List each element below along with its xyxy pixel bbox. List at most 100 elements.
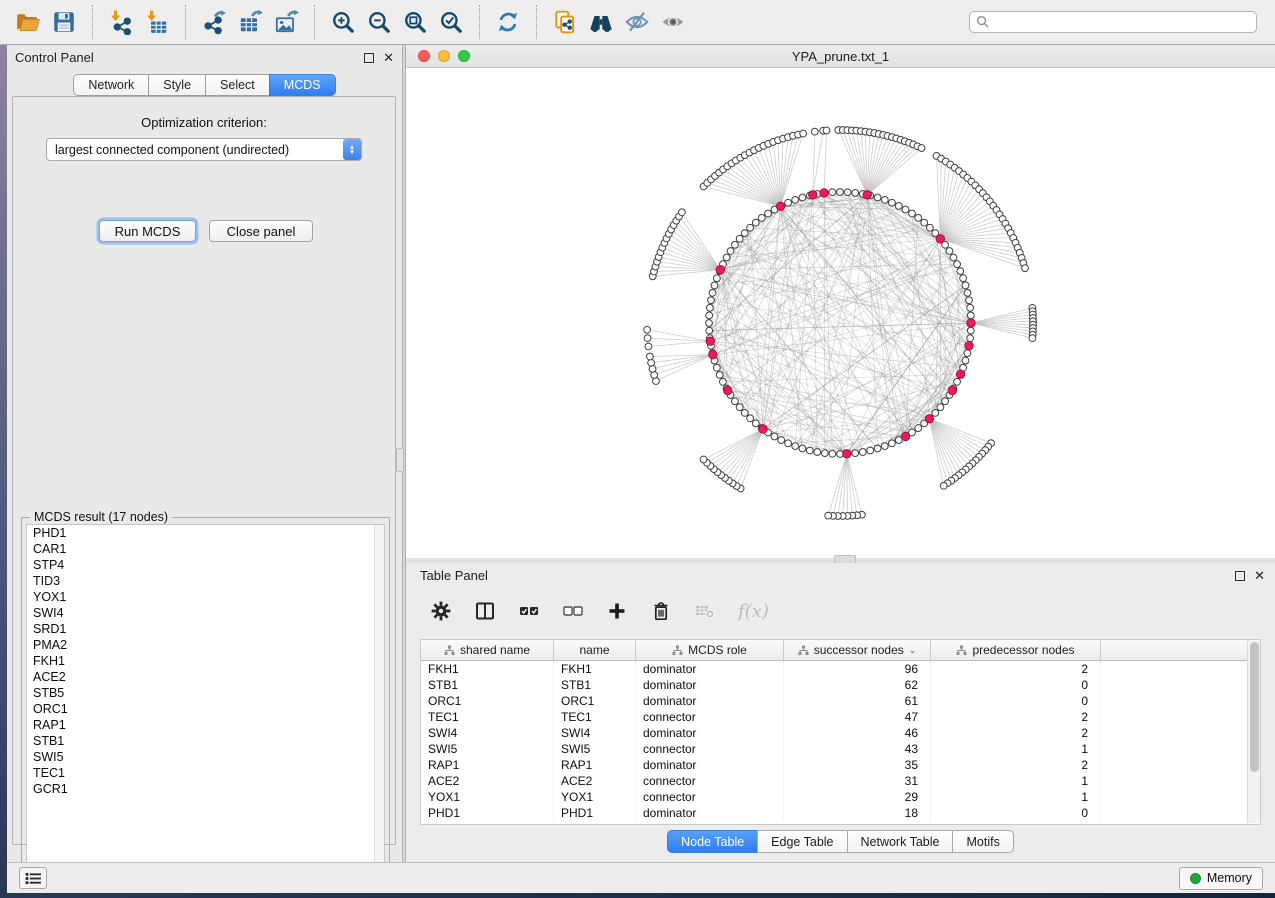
graph-node[interactable] bbox=[708, 297, 715, 304]
graph-leaf-node[interactable] bbox=[825, 512, 832, 519]
graph-node[interactable] bbox=[967, 312, 974, 319]
tab-node-table[interactable]: Node Table bbox=[667, 830, 757, 853]
graph-node[interactable] bbox=[723, 254, 730, 261]
select-all-icon[interactable] bbox=[518, 600, 540, 622]
criterion-dropdown[interactable]: largest connected component (undirected)… bbox=[46, 138, 362, 161]
graph-leaf-node[interactable] bbox=[940, 482, 947, 489]
close-panel-button[interactable]: Close panel bbox=[209, 220, 313, 242]
export-image-button[interactable] bbox=[268, 4, 304, 40]
graph-node[interactable] bbox=[765, 210, 772, 217]
zoom-selected-button[interactable] bbox=[433, 4, 469, 40]
graph-node[interactable] bbox=[778, 437, 785, 444]
delete-column-icon[interactable] bbox=[650, 600, 672, 622]
graph-node[interactable] bbox=[921, 219, 928, 226]
graph-node[interactable] bbox=[926, 224, 933, 231]
memory-button[interactable]: Memory bbox=[1179, 867, 1263, 890]
show-columns-icon[interactable] bbox=[474, 600, 496, 622]
save-session-button[interactable] bbox=[46, 4, 82, 40]
graph-mcds-node[interactable] bbox=[706, 337, 714, 345]
column-header-successor-nodes[interactable]: successor nodes⌄ bbox=[784, 640, 931, 660]
table-row[interactable]: YOX1YOX1connector291 bbox=[421, 789, 1260, 805]
graph-mcds-node[interactable] bbox=[948, 386, 956, 394]
graph-node[interactable] bbox=[752, 219, 759, 226]
graph-node[interactable] bbox=[814, 449, 821, 456]
show-all-button[interactable] bbox=[655, 4, 691, 40]
table-row[interactable]: ORC1ORC1dominator610 bbox=[421, 693, 1260, 709]
graph-mcds-node[interactable] bbox=[776, 202, 784, 210]
clone-network-button[interactable] bbox=[547, 4, 583, 40]
graph-node[interactable] bbox=[859, 449, 866, 456]
export-table-button[interactable] bbox=[232, 4, 268, 40]
graph-node[interactable] bbox=[964, 350, 971, 357]
graph-node[interactable] bbox=[736, 404, 743, 411]
graph-leaf-node[interactable] bbox=[679, 209, 686, 216]
list-item[interactable]: TID3 bbox=[27, 573, 384, 589]
graph-leaf-node[interactable] bbox=[648, 359, 655, 366]
list-item[interactable]: CAR1 bbox=[27, 541, 384, 557]
graph-leaf-node[interactable] bbox=[644, 335, 651, 342]
close-panel-icon[interactable]: ✕ bbox=[383, 53, 394, 63]
task-history-button[interactable] bbox=[19, 867, 47, 889]
graph-node[interactable] bbox=[895, 203, 902, 210]
graph-node[interactable] bbox=[829, 189, 836, 196]
list-item[interactable]: FKH1 bbox=[27, 653, 384, 669]
graph-node[interactable] bbox=[967, 327, 974, 334]
open-file-button[interactable] bbox=[10, 4, 46, 40]
column-header-name[interactable]: name bbox=[554, 640, 636, 660]
graph-node[interactable] bbox=[741, 230, 748, 237]
graph-node[interactable] bbox=[720, 378, 727, 385]
graph-node[interactable] bbox=[785, 440, 792, 447]
graph-mcds-node[interactable] bbox=[925, 415, 933, 423]
import-network-button[interactable] bbox=[103, 4, 139, 40]
table-row[interactable]: RAP1RAP1dominator352 bbox=[421, 757, 1260, 773]
list-item[interactable]: ACE2 bbox=[27, 669, 384, 685]
graph-mcds-node[interactable] bbox=[724, 386, 732, 394]
graph-mcds-node[interactable] bbox=[965, 342, 973, 350]
list-item[interactable]: PMA2 bbox=[27, 637, 384, 653]
graph-leaf-node[interactable] bbox=[644, 326, 651, 333]
table-row[interactable]: SWI5SWI5connector431 bbox=[421, 741, 1260, 757]
graph-node[interactable] bbox=[888, 440, 895, 447]
tab-select[interactable]: Select bbox=[205, 74, 269, 96]
tab-motifs[interactable]: Motifs bbox=[952, 830, 1013, 853]
table-row[interactable]: FKH1FKH1dominator962 bbox=[421, 661, 1260, 677]
export-network-button[interactable] bbox=[196, 4, 232, 40]
tab-network-table[interactable]: Network Table bbox=[847, 830, 953, 853]
table-row[interactable]: TEC1TEC1connector472 bbox=[421, 709, 1260, 725]
graph-mcds-node[interactable] bbox=[809, 191, 817, 199]
graph-node[interactable] bbox=[829, 450, 836, 457]
graph-node[interactable] bbox=[792, 443, 799, 450]
graph-leaf-node[interactable] bbox=[811, 128, 818, 135]
vertical-splitter-handle[interactable] bbox=[396, 448, 404, 472]
list-item[interactable]: STP4 bbox=[27, 557, 384, 573]
list-item[interactable]: YOX1 bbox=[27, 589, 384, 605]
graph-node[interactable] bbox=[902, 206, 909, 213]
graph-node[interactable] bbox=[874, 445, 881, 452]
graph-node[interactable] bbox=[888, 199, 895, 206]
deselect-all-icon[interactable] bbox=[562, 600, 584, 622]
table-row[interactable]: SWI4SWI4dominator462 bbox=[421, 725, 1260, 741]
graph-node[interactable] bbox=[799, 445, 806, 452]
list-item[interactable]: STB1 bbox=[27, 733, 384, 749]
graph-mcds-node[interactable] bbox=[820, 189, 828, 197]
table-row[interactable]: PHD1PHD1dominator180 bbox=[421, 805, 1260, 821]
list-item[interactable]: SWI4 bbox=[27, 605, 384, 621]
graph-leaf-node[interactable] bbox=[649, 365, 656, 372]
list-item[interactable]: RAP1 bbox=[27, 717, 384, 733]
import-table-button[interactable] bbox=[139, 4, 175, 40]
graph-leaf-node[interactable] bbox=[918, 145, 925, 152]
graph-node[interactable] bbox=[732, 398, 739, 405]
zoom-fit-button[interactable] bbox=[397, 4, 433, 40]
column-header-MCDS-role[interactable]: MCDS role bbox=[636, 640, 784, 660]
graph-node[interactable] bbox=[962, 282, 969, 289]
close-panel-icon[interactable]: ✕ bbox=[1254, 571, 1265, 581]
graph-node[interactable] bbox=[837, 189, 844, 196]
graph-node[interactable] bbox=[752, 420, 759, 427]
list-item[interactable]: STB5 bbox=[27, 685, 384, 701]
graph-node[interactable] bbox=[867, 447, 874, 454]
mcds-list-scrollbar[interactable] bbox=[374, 525, 384, 882]
graph-node[interactable] bbox=[709, 289, 716, 296]
graph-node[interactable] bbox=[747, 415, 754, 422]
list-item[interactable]: TEC1 bbox=[27, 765, 384, 781]
graph-node[interactable] bbox=[771, 433, 778, 440]
